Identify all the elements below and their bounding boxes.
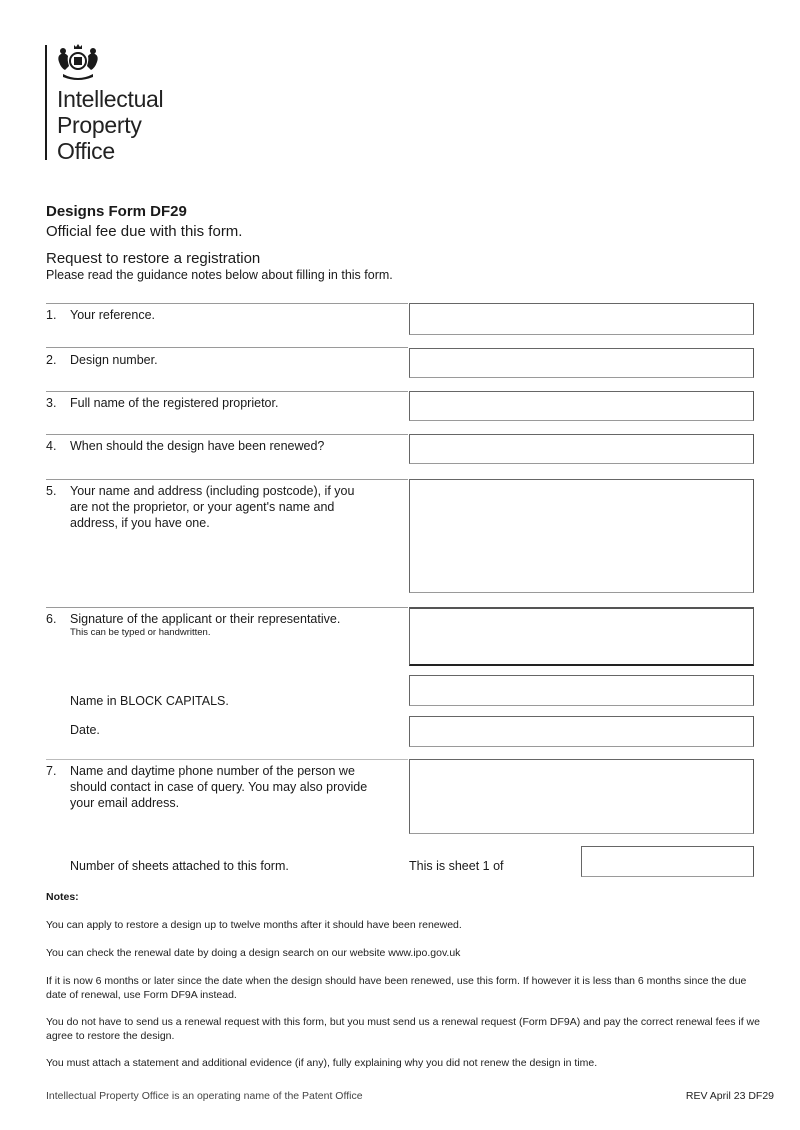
- divider: [46, 303, 408, 304]
- question-1: 1. Your reference.: [46, 307, 406, 327]
- question-text: Design number.: [70, 353, 158, 367]
- logo-wordmark: Intellectual Property Office: [57, 86, 164, 164]
- note-item: You do not have to send us a renewal req…: [46, 1016, 760, 1042]
- question-5: 5. Your name and address (including post…: [46, 483, 406, 543]
- question-text: Your reference.: [70, 308, 156, 322]
- date-label: Date.: [70, 723, 100, 737]
- question-3: 3. Full name of the registered proprieto…: [46, 395, 406, 415]
- design-number-field[interactable]: [409, 348, 754, 378]
- note-item: You can check the renewal date by doing …: [46, 947, 461, 959]
- question-4: 4. When should the design have been rene…: [46, 438, 406, 458]
- question-number: 4.: [46, 439, 57, 453]
- footer-revision: REV April 23 DF29: [685, 1090, 774, 1102]
- note-item: You must attach a statement and addition…: [46, 1057, 598, 1069]
- block-capitals-field[interactable]: [409, 675, 754, 706]
- question-6: 6. Signature of the applicant or their r…: [46, 611, 406, 645]
- question-number: 2.: [46, 353, 57, 367]
- guidance-text: Please read the guidance notes below abo…: [46, 268, 393, 282]
- logo-line: Office: [57, 138, 115, 164]
- sheet-of-label: This is sheet 1 of: [409, 859, 504, 873]
- request-title: Request to restore a registration: [46, 250, 261, 267]
- logo-line: Property: [57, 112, 142, 138]
- date-field[interactable]: [409, 716, 754, 747]
- note-item: You can apply to restore a design up to …: [46, 919, 462, 931]
- question-7: 7. Name and daytime phone number of the …: [46, 763, 406, 813]
- question-number: 5.: [46, 484, 57, 498]
- question-text: Name and daytime phone number of the per…: [70, 764, 368, 810]
- question-2: 2. Design number.: [46, 352, 406, 372]
- renewal-date-field[interactable]: [409, 434, 754, 464]
- question-text: Your name and address (including postcod…: [70, 484, 355, 530]
- notes-heading: Notes:: [46, 891, 79, 903]
- logo-divider: [45, 45, 47, 160]
- question-number: 3.: [46, 396, 57, 410]
- sheets-attached-label: Number of sheets attached to this form.: [70, 859, 289, 873]
- question-number: 7.: [46, 764, 57, 778]
- signature-field[interactable]: [409, 607, 754, 666]
- fee-notice: Official fee due with this form.: [46, 223, 243, 240]
- divider: [46, 479, 408, 480]
- name-address-field[interactable]: [409, 479, 754, 593]
- total-sheets-field[interactable]: [581, 846, 754, 877]
- question-text: When should the design have been renewed…: [70, 439, 325, 453]
- divider: [46, 391, 408, 392]
- question-text: Full name of the registered proprietor.: [70, 396, 279, 410]
- contact-details-field[interactable]: [409, 759, 754, 834]
- divider: [46, 434, 408, 435]
- royal-coat-of-arms-icon: [58, 44, 98, 80]
- your-reference-field[interactable]: [409, 303, 754, 335]
- note-item: If it is now 6 months or later since the…: [46, 975, 747, 1001]
- block-capitals-label: Name in BLOCK CAPITALS.: [70, 694, 229, 708]
- divider: [46, 759, 408, 760]
- question-number: 1.: [46, 308, 57, 322]
- logo-line: Intellectual: [57, 86, 164, 112]
- question-text: Signature of the applicant or their repr…: [70, 612, 341, 626]
- question-subtext: This can be typed or handwritten.: [70, 627, 211, 638]
- divider: [46, 347, 408, 348]
- proprietor-name-field[interactable]: [409, 391, 754, 421]
- question-number: 6.: [46, 612, 57, 626]
- divider: [46, 607, 408, 608]
- form-title: Designs Form DF29: [46, 203, 187, 220]
- footer-operating-name: Intellectual Property Office is an opera…: [46, 1090, 363, 1102]
